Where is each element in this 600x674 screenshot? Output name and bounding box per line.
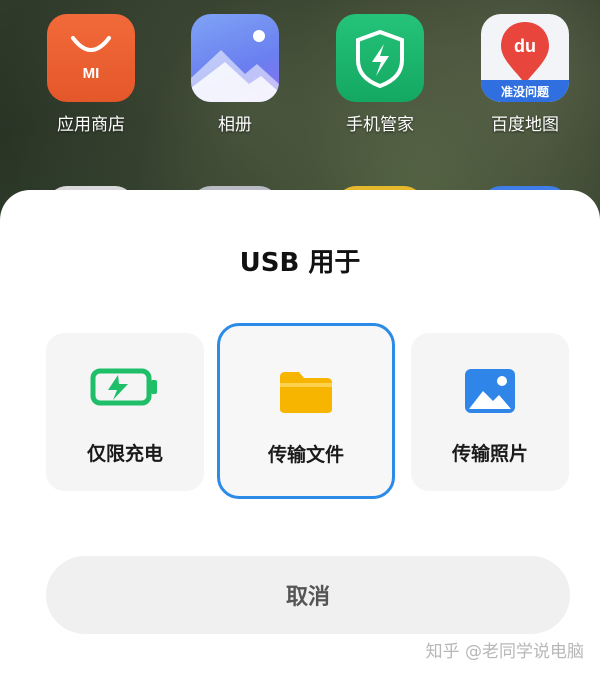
option-file-transfer[interactable]: 传输文件 xyxy=(217,323,395,499)
app-store-icon-text: MI xyxy=(83,65,100,82)
gallery-label: 相册 xyxy=(218,115,252,135)
option-charge-only-label: 仅限充电 xyxy=(86,443,163,465)
option-photo-transfer[interactable]: 传输照片 xyxy=(411,333,569,491)
option-file-transfer-label: 传输文件 xyxy=(267,444,344,466)
maps-icon-text: du xyxy=(514,36,536,56)
security-label: 手机管家 xyxy=(346,115,414,135)
photo-icon xyxy=(463,367,517,419)
battery-charging-icon xyxy=(90,367,160,411)
usb-mode-sheet: USB 用于 仅限充电 传输文件 传输照片 取消 xyxy=(0,190,600,674)
folder-icon xyxy=(277,369,335,419)
watermark: 知乎 @老同学说电脑 xyxy=(425,642,584,662)
map-pin-icon: du 准没问题 xyxy=(481,14,569,102)
gallery-icon xyxy=(191,14,279,102)
maps-icon-banner: 准没问题 xyxy=(501,84,550,99)
security-shortcut[interactable]: 手机管家 xyxy=(325,14,435,135)
baidu-maps-label: 百度地图 xyxy=(491,115,559,135)
option-charge-only[interactable]: 仅限充电 xyxy=(46,333,204,491)
app-store-icon: MI xyxy=(47,14,135,102)
app-store-label: 应用商店 xyxy=(57,115,125,135)
sheet-title: USB 用于 xyxy=(239,248,361,278)
cancel-button[interactable]: 取消 xyxy=(46,556,570,634)
security-shield-icon xyxy=(336,14,424,102)
gallery-shortcut[interactable]: 相册 xyxy=(180,14,290,135)
app-store-shortcut[interactable]: MI 应用商店 xyxy=(36,14,146,135)
option-photo-transfer-label: 传输照片 xyxy=(451,443,528,465)
baidu-maps-shortcut[interactable]: du 准没问题 百度地图 xyxy=(470,14,580,135)
